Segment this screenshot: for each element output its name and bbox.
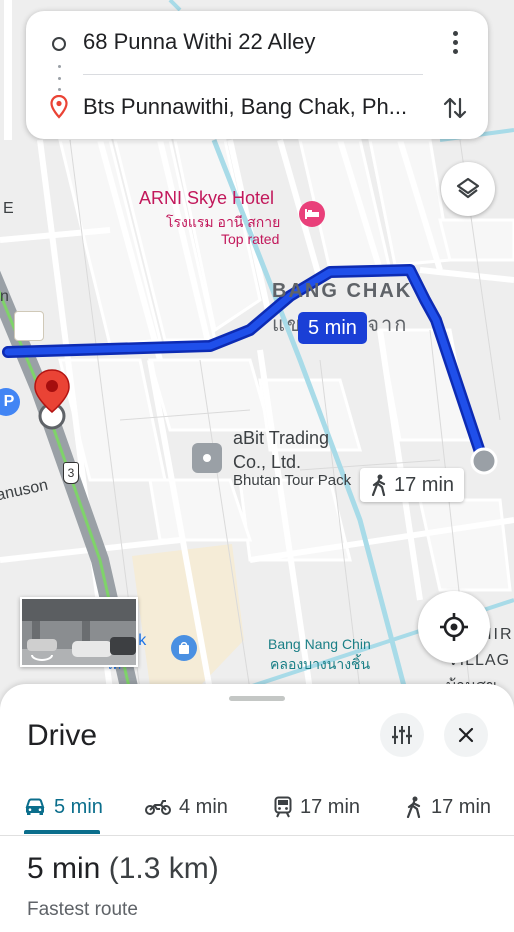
- business-logo-icon[interactable]: [14, 311, 44, 341]
- shopping-bag-icon[interactable]: [171, 635, 197, 661]
- close-button[interactable]: [444, 713, 488, 757]
- route-options-button[interactable]: [380, 713, 424, 757]
- layers-button[interactable]: [441, 162, 495, 216]
- tab-motorcycle-label: 4 min: [179, 795, 228, 818]
- origin-pin-icon[interactable]: [32, 368, 72, 432]
- drag-handle[interactable]: [229, 696, 285, 701]
- tab-transit-label: 17 min: [300, 795, 361, 818]
- my-location-button[interactable]: [418, 591, 490, 663]
- road-shield: 3: [63, 462, 79, 484]
- tab-motorcycle[interactable]: 4 min: [145, 778, 228, 836]
- car-icon: [25, 798, 45, 815]
- walk-time-chip[interactable]: 17 min: [360, 468, 465, 502]
- hotel-label[interactable]: ARNI Skye Hotel: [139, 188, 274, 209]
- sliders-icon: [392, 726, 412, 744]
- destination-pin-icon: [50, 95, 68, 119]
- origin-input[interactable]: 68 Punna Withi 22 Alley: [83, 29, 315, 55]
- crosshair-icon: [440, 613, 468, 641]
- district-label: BANG CHAK: [272, 280, 413, 302]
- layers-icon: [456, 177, 480, 199]
- more-options-button[interactable]: [440, 27, 470, 57]
- directions-search-card: 68 Punna Withi 22 Alley Bts Punnawithi, …: [26, 11, 488, 139]
- tab-walk-label: 17 min: [431, 795, 492, 818]
- hotel-bed-icon[interactable]: [299, 201, 325, 227]
- street-view-thumbnail[interactable]: [20, 597, 138, 667]
- canal-label-th: คลองบางนางชิ้น: [270, 656, 371, 672]
- tab-transit[interactable]: 17 min: [274, 778, 360, 836]
- poi-bhutan-label[interactable]: Bhutan Tour Pack: [233, 472, 351, 489]
- map-label-n: n: [0, 288, 9, 305]
- swap-button[interactable]: [438, 91, 472, 125]
- poi-abit-label[interactable]: aBit Trading Co., Ltd.: [233, 426, 329, 474]
- origin-circle-icon: [52, 37, 66, 51]
- field-divider: [83, 74, 423, 75]
- map-label-e: E: [3, 200, 14, 217]
- tab-drive-label: 5 min: [54, 795, 103, 818]
- swap-arrows-icon: [443, 97, 467, 119]
- route-duration: 5 min: [27, 852, 101, 885]
- route-description: Fastest route: [27, 899, 138, 920]
- active-tab-indicator: [24, 830, 100, 834]
- directions-sheet: Drive 5 min 4 min 17 min 17 min 5 min (1…: [0, 684, 514, 932]
- tab-drive[interactable]: 5 min: [24, 778, 103, 836]
- walk-icon: [406, 796, 421, 818]
- route-distance: (1.3 km): [108, 852, 219, 885]
- walk-time-label: 17 min: [394, 474, 455, 496]
- destination-field[interactable]: Bts Punnawithi, Bang Chak, Ph...: [26, 77, 488, 137]
- origin-field[interactable]: 68 Punna Withi 22 Alley: [26, 11, 488, 73]
- destination-input[interactable]: Bts Punnawithi, Bang Chak, Ph...: [83, 94, 423, 120]
- close-icon: [458, 727, 474, 743]
- tab-walk[interactable]: 17 min: [405, 778, 491, 836]
- route-summary[interactable]: 5 min (1.3 km): [27, 852, 219, 886]
- walk-icon: [371, 474, 386, 496]
- canal-label: Bang Nang Chin: [268, 636, 371, 652]
- business-icon[interactable]: [192, 443, 222, 473]
- travel-mode-tabs: 5 min 4 min 17 min 17 min: [0, 778, 514, 836]
- hotel-badge[interactable]: Top rated: [221, 231, 279, 247]
- motorcycle-icon: [145, 800, 171, 815]
- drive-time-chip[interactable]: 5 min: [298, 312, 367, 344]
- transit-icon: [274, 796, 292, 818]
- sheet-title: Drive: [27, 719, 98, 752]
